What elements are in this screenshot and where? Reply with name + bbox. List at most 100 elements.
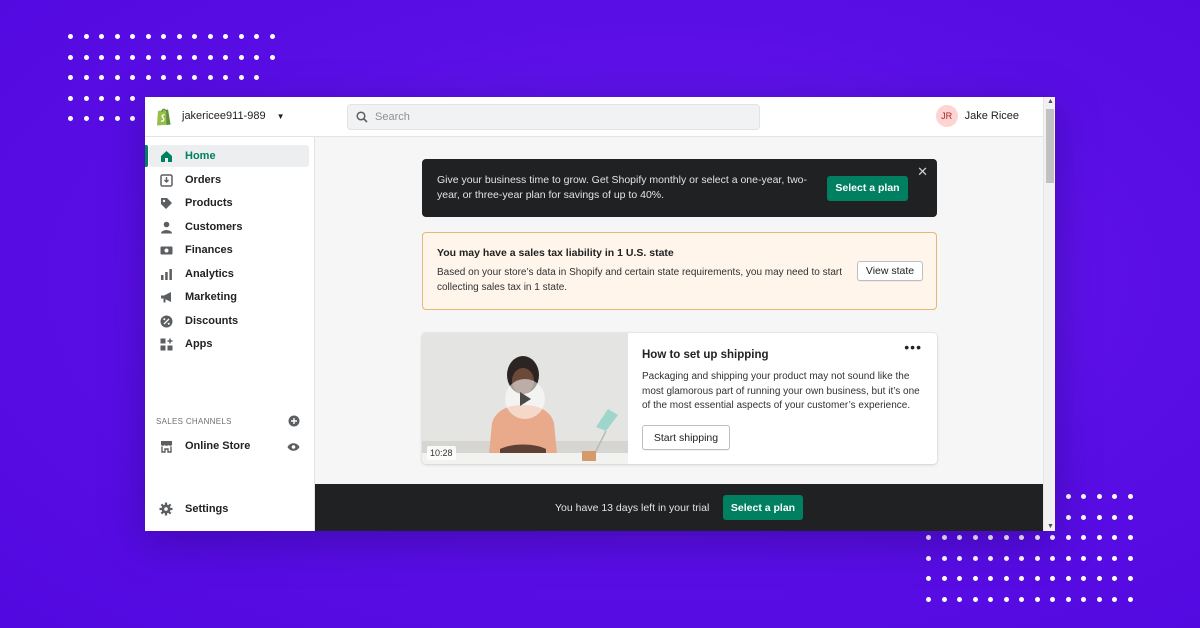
user-menu[interactable]: JR Jake Ricee xyxy=(935,105,1019,127)
add-channel-button[interactable] xyxy=(288,414,300,432)
sidebar-item-finances[interactable]: Finances xyxy=(149,239,309,261)
decorative-dot xyxy=(83,95,89,101)
sidebar-item-customers[interactable]: Customers xyxy=(149,216,309,238)
scroll-up-arrow-icon[interactable]: ▲ xyxy=(1047,98,1054,105)
top-bar: jakericee911-989 ▼ Search JR Jake Ricee xyxy=(145,97,1043,137)
sidebar-item-discounts[interactable]: Discounts xyxy=(149,310,309,332)
sidebar-item-products[interactable]: Products xyxy=(149,192,309,214)
tag-icon xyxy=(159,196,173,210)
decorative-dot xyxy=(83,34,89,39)
decorative-dot xyxy=(254,54,259,60)
decorative-dot xyxy=(192,54,197,60)
store-switcher[interactable]: jakericee911-989 ▼ xyxy=(155,106,285,126)
decorative-dot xyxy=(1096,494,1102,499)
tax-banner-title: You may have a sales tax liability in 1 … xyxy=(437,247,674,259)
decorative-dot xyxy=(192,34,197,39)
decorative-dot xyxy=(114,54,120,60)
decorative-dot xyxy=(957,576,962,581)
sidebar-item-label: Online Store xyxy=(185,440,251,452)
decorative-dot xyxy=(1127,535,1133,540)
decorative-dot xyxy=(161,75,166,80)
decorative-dot xyxy=(1112,596,1117,602)
decorative-dot xyxy=(1112,514,1117,520)
decorative-dot xyxy=(99,95,104,101)
decorative-dot xyxy=(988,576,993,581)
search-input[interactable]: Search xyxy=(347,104,760,130)
decorative-dot xyxy=(1081,514,1086,520)
decorative-dot xyxy=(1096,514,1102,520)
sidebar-item-marketing[interactable]: Marketing xyxy=(149,286,309,308)
scroll-thumb[interactable] xyxy=(1046,109,1054,183)
decorative-dot xyxy=(1019,535,1024,540)
decorative-dot xyxy=(1096,576,1102,581)
avatar: JR xyxy=(935,105,958,127)
close-icon[interactable]: ✕ xyxy=(917,164,928,179)
sidebar-item-home[interactable]: Home xyxy=(145,145,309,167)
sidebar-item-label: Orders xyxy=(185,174,222,186)
sidebar-item-analytics[interactable]: Analytics xyxy=(149,263,309,285)
decorative-dot xyxy=(130,95,135,101)
decorative-dot xyxy=(223,54,228,60)
decorative-dot xyxy=(207,34,213,39)
sidebar-item-label: Settings xyxy=(185,503,229,515)
decorative-dot xyxy=(223,34,228,39)
sidebar-item-label: Marketing xyxy=(185,291,237,303)
scrollbar[interactable]: ▲ ▼ xyxy=(1043,97,1055,531)
decorative-dot xyxy=(145,54,151,60)
decorative-dot xyxy=(176,75,182,80)
decorative-dot xyxy=(972,535,978,540)
decorative-dot xyxy=(130,34,135,39)
decorative-dot xyxy=(130,54,135,60)
decorative-dot xyxy=(207,54,213,60)
decorative-dot xyxy=(972,555,978,561)
view-state-button[interactable]: View state xyxy=(857,261,923,281)
decorative-dot xyxy=(1081,535,1086,540)
sidebar-item-label: Analytics xyxy=(185,268,234,280)
decorative-dot xyxy=(1034,576,1040,581)
sidebar-item-settings[interactable]: Settings xyxy=(149,498,309,520)
decorative-dot xyxy=(1127,596,1133,602)
decorative-dot xyxy=(238,54,244,60)
card-body: How to set up shipping Packaging and shi… xyxy=(642,349,927,414)
decorative-dot xyxy=(223,75,228,80)
decorative-dot xyxy=(99,75,104,80)
sidebar-item-orders[interactable]: Orders xyxy=(149,169,309,191)
decorative-dot xyxy=(1112,576,1117,581)
scroll-down-arrow-icon[interactable]: ▼ xyxy=(1047,523,1054,530)
sidebar-item-label: Home xyxy=(185,150,216,162)
decorative-dot xyxy=(957,596,962,602)
sidebar-item-online-store[interactable]: Online Store xyxy=(149,435,309,457)
video-duration: 10:28 xyxy=(427,446,456,460)
main-content: Give your business time to grow. Get Sho… xyxy=(315,137,1043,531)
play-button[interactable] xyxy=(505,379,545,419)
decorative-dot xyxy=(957,555,962,561)
view-store-button[interactable] xyxy=(287,439,300,457)
decorative-dot xyxy=(1034,535,1040,540)
decorative-dot xyxy=(1065,576,1071,581)
tax-liability-banner: You may have a sales tax liability in 1 … xyxy=(422,232,937,310)
decorative-dot xyxy=(114,116,120,121)
tax-banner-body: Based on your store’s data in Shopify an… xyxy=(437,267,843,293)
decorative-dot xyxy=(1050,596,1055,602)
card-text: Packaging and shipping your product may … xyxy=(642,371,920,411)
select-plan-button[interactable]: Select a plan xyxy=(827,176,908,201)
trial-select-plan-button[interactable]: Select a plan xyxy=(723,495,803,520)
decorative-dot xyxy=(238,75,244,80)
video-thumbnail[interactable]: 10:28 xyxy=(422,333,628,464)
shipping-card: 10:28 How to set up shipping Packaging a… xyxy=(422,333,937,464)
decorative-dot xyxy=(176,34,182,39)
plan-banner-text: Give your business time to grow. Get Sho… xyxy=(437,174,808,201)
card-title: How to set up shipping xyxy=(642,349,769,361)
sidebar-item-label: Finances xyxy=(185,244,233,256)
more-options-icon[interactable]: ••• xyxy=(904,339,922,355)
sidebar-item-apps[interactable]: Apps xyxy=(149,333,309,355)
start-shipping-button[interactable]: Start shipping xyxy=(642,425,730,450)
decorative-dot xyxy=(1127,514,1133,520)
decorative-dot xyxy=(114,34,120,39)
decorative-dot xyxy=(130,75,135,80)
gear-icon xyxy=(159,502,173,516)
trial-bar: You have 13 days left in your trial Sele… xyxy=(315,484,1043,531)
decorative-dot xyxy=(1096,555,1102,561)
decorative-dot xyxy=(1003,555,1009,561)
store-name: jakericee911-989 xyxy=(182,110,266,122)
